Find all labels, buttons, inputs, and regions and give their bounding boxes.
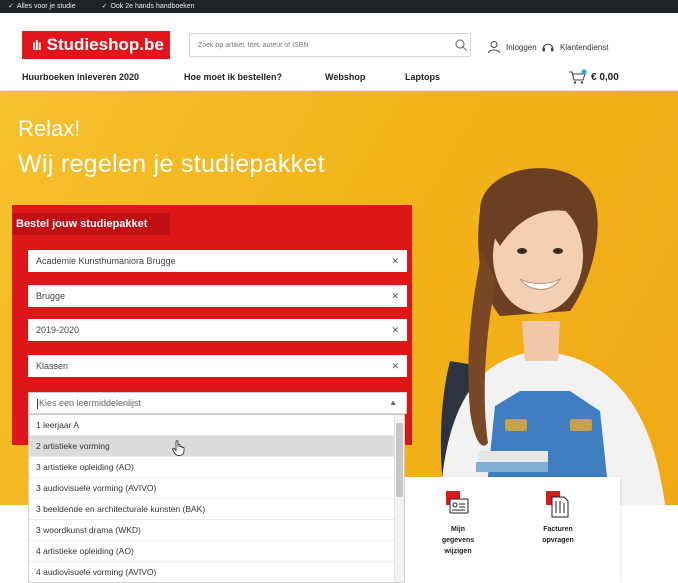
- card-label-line: Facturen: [543, 526, 573, 533]
- chevron-up-icon[interactable]: ▲: [389, 393, 397, 413]
- headset-icon: [542, 43, 554, 52]
- dropdown-option[interactable]: 3 artistieke opleiding (AO): [29, 457, 396, 478]
- city-select-value: Brugge: [36, 291, 66, 301]
- invoice-icon: [546, 491, 570, 519]
- nav-item-laptops[interactable]: Laptops: [405, 72, 440, 82]
- scrollbar-thumb[interactable]: [396, 423, 403, 497]
- dropdown-option[interactable]: 4 artistieke opleiding (AO): [29, 541, 396, 562]
- account-shortcuts: Mijn gegevens wijzigen Facturen opvragen: [403, 477, 620, 583]
- material-list-combobox[interactable]: Kies een leermiddelenlijst ▲: [28, 392, 407, 414]
- edit-details-card[interactable]: Mijn gegevens wijzigen: [423, 491, 493, 557]
- card-label-line: gegevens: [441, 537, 475, 544]
- cart-total: € 0,00: [591, 71, 619, 83]
- dropdown-option[interactable]: 3 beeldende en architecturale kunsten (B…: [29, 499, 396, 520]
- nav-item-webshop[interactable]: Webshop: [325, 72, 365, 82]
- customer-service-label: Klantendienst: [560, 42, 609, 52]
- id-card-icon: [446, 491, 470, 519]
- dropdown-option[interactable]: 4 audiovisuele vorming (AVIVO): [29, 562, 396, 582]
- usp-item: ✓ Alles voor je studie: [8, 3, 76, 10]
- clear-icon[interactable]: ✕: [391, 285, 399, 307]
- city-select[interactable]: Brugge ✕: [28, 285, 407, 307]
- school-select-value: Academie Kunsthumaniora Brugge: [36, 256, 176, 266]
- usp-item: ✓ Ook 2e hands handboeken: [101, 3, 195, 10]
- card-label-line: opvragen: [542, 537, 574, 544]
- nav-item-hoe-bestellen[interactable]: Hoe moet ik bestellen?: [184, 72, 282, 82]
- hand-cursor-icon: [172, 440, 185, 456]
- student-photo: [440, 168, 665, 505]
- check-icon: ✓: [101, 3, 108, 10]
- search-input[interactable]: [189, 33, 471, 57]
- clear-icon[interactable]: ✕: [391, 250, 399, 272]
- school-select[interactable]: Academie Kunsthumaniora Brugge ✕: [28, 250, 407, 272]
- logo-bars-icon: ılı: [32, 37, 42, 53]
- login-link[interactable]: Inloggen: [487, 40, 537, 54]
- text-cursor: [37, 398, 38, 409]
- main-navigation: Huurboeken inleveren 2020 Hoe moet ik be…: [0, 63, 678, 91]
- cart-button[interactable]: € 0,00: [568, 69, 619, 85]
- material-list-dropdown: 1 leerjaar A 2 artistieke vorming 3 arti…: [28, 414, 405, 583]
- dropdown-scrollbar[interactable]: [394, 415, 404, 582]
- dropdown-option[interactable]: 2 artistieke vorming: [29, 436, 396, 457]
- clear-icon[interactable]: ✕: [391, 355, 399, 377]
- dropdown-option[interactable]: 3 woordkunst drama (WKD): [29, 520, 396, 541]
- combobox-placeholder: Kies een leermiddelenlijst: [39, 398, 142, 408]
- school-year-value: 2019-2020: [36, 325, 80, 335]
- class-type-value: Klassen: [36, 361, 69, 371]
- customer-service-link[interactable]: Klantendienst: [541, 40, 608, 54]
- dropdown-option[interactable]: 3 audiovisuele vorming (AVIVO): [29, 478, 396, 499]
- site-header: ılıStudieshop.be Inloggen Klantendienst: [0, 13, 678, 63]
- panel-title: Bestel jouw studiepakket: [12, 213, 170, 235]
- invoices-card[interactable]: Facturen opvragen: [523, 491, 593, 546]
- nav-item-huurboeken[interactable]: Huurboeken inleveren 2020: [22, 72, 139, 82]
- login-label: Inloggen: [506, 42, 537, 52]
- top-info-strip: ✓ Alles voor je studie ✓ Ook 2e hands hand…: [0, 0, 678, 13]
- clear-icon[interactable]: ✕: [391, 319, 399, 341]
- dropdown-option[interactable]: 1 leerjaar A: [29, 415, 396, 436]
- user-icon: [488, 41, 500, 54]
- school-year-select[interactable]: 2019-2020 ✕: [28, 319, 407, 341]
- card-label-line: Mijn: [451, 526, 465, 533]
- hero-title: Relax!: [18, 116, 81, 141]
- cart-icon: [569, 69, 587, 84]
- site-logo[interactable]: ılı Studieshop.be: [22, 31, 170, 59]
- card-label-line: wijzigen: [444, 548, 472, 555]
- hero-subtitle: Wij regelen je studiepakket: [18, 150, 325, 178]
- class-type-select[interactable]: Klassen ✕: [28, 355, 407, 377]
- check-icon: ✓: [8, 3, 14, 10]
- search-icon[interactable]: [454, 38, 468, 52]
